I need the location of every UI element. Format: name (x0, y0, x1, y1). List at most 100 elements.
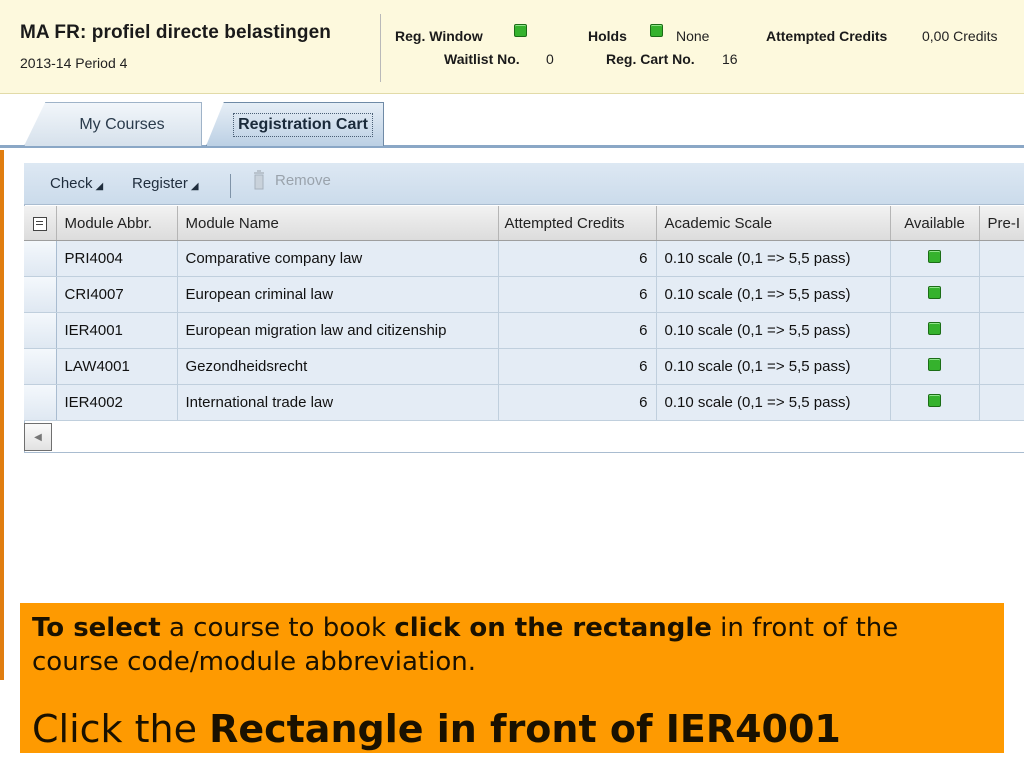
scroll-left-icon: ◀ (34, 431, 42, 443)
instruction-box: To select a course to book click on the … (20, 603, 1004, 753)
cart-toolbar: Check ◢ Register ◢ Remove (24, 163, 1024, 205)
table-header-row: Module Abbr. Module Name Attempted Credi… (24, 206, 1024, 241)
cell-module-name: European criminal law (177, 276, 499, 313)
header-divider (380, 14, 381, 82)
waitlist-value: 0 (546, 51, 554, 67)
cell-module-name: Comparative company law (177, 240, 499, 277)
register-button-label: Register (132, 175, 188, 192)
table-row: PRI4004 Comparative company law 6 0.10 s… (24, 240, 1024, 277)
cell-academic-scale: 0.10 scale (0,1 => 5,5 pass) (656, 348, 891, 385)
holds-label: Holds (588, 28, 627, 44)
status-green-icon (928, 322, 941, 335)
row-select-rectangle-ier4001[interactable] (24, 312, 57, 349)
instruction-line2-bold: Rectangle in front of IER4001 (209, 707, 841, 751)
cell-attempted-credits: 6 (498, 348, 657, 385)
tab-my-courses-label: My Courses (79, 115, 165, 133)
row-select-handle[interactable] (24, 385, 55, 420)
instruction-bold-click: click on the rectangle (394, 613, 712, 643)
trash-icon (254, 170, 264, 190)
cell-attempted-credits: 6 (498, 384, 657, 421)
reg-cart-value: 16 (722, 51, 738, 67)
cell-module-name: European migration law and citizenship (177, 312, 499, 349)
instruction-line-1: To select a course to book click on the … (32, 611, 992, 679)
cell-module-name: International trade law (177, 384, 499, 421)
cell-attempted-credits: 6 (498, 312, 657, 349)
cell-pre (979, 276, 1024, 313)
scroll-left-button[interactable]: ◀ (24, 423, 52, 451)
toolbar-separator (230, 174, 231, 198)
tab-my-courses[interactable]: My Courses (24, 102, 202, 146)
dropdown-triangle-icon: ◢ (95, 181, 104, 192)
tab-registration-cart[interactable]: Registration Cart (206, 102, 384, 146)
cell-available (890, 312, 980, 349)
table-row: IER4002 International trade law 6 0.10 s… (24, 384, 1024, 421)
status-green-icon (928, 358, 941, 371)
instruction-line2-text: Click the (32, 707, 210, 751)
row-select-handle[interactable] (24, 241, 55, 276)
cell-module-abbr: IER4001 (56, 312, 178, 349)
dropdown-triangle-icon: ◢ (190, 181, 199, 192)
col-header-module-name[interactable]: Module Name (177, 206, 499, 241)
col-header-academic-scale[interactable]: Academic Scale (656, 206, 891, 241)
holds-status-icon (650, 24, 663, 37)
col-header-module-abbr[interactable]: Module Abbr. (56, 206, 178, 241)
cell-pre (979, 312, 1024, 349)
cell-available (890, 384, 980, 421)
cell-module-abbr: CRI4007 (56, 276, 178, 313)
cell-academic-scale: 0.10 scale (0,1 => 5,5 pass) (656, 240, 891, 277)
period-label: 2013-14 Period 4 (20, 55, 128, 71)
check-button-label: Check (50, 175, 93, 192)
cell-academic-scale: 0.10 scale (0,1 => 5,5 pass) (656, 384, 891, 421)
reg-window-status-icon (514, 24, 527, 37)
remove-button[interactable]: Remove (275, 172, 331, 189)
instruction-bold-to-select: To select (32, 613, 161, 643)
table-row: CRI4007 European criminal law 6 0.10 sca… (24, 276, 1024, 313)
col-header-available[interactable]: Available (890, 206, 980, 241)
table-row: IER4001 European migration law and citiz… (24, 312, 1024, 349)
row-select-handle[interactable] (24, 349, 55, 384)
cell-attempted-credits: 6 (498, 240, 657, 277)
row-select-rectangle[interactable] (24, 240, 57, 277)
cell-module-name: Gezondheidsrecht (177, 348, 499, 385)
cell-attempted-credits: 6 (498, 276, 657, 313)
cell-academic-scale: 0.10 scale (0,1 => 5,5 pass) (656, 312, 891, 349)
status-green-icon (928, 250, 941, 263)
tab-registration-cart-label: Registration Cart (233, 112, 373, 137)
cell-available (890, 276, 980, 313)
instruction-text-a: a course to book (160, 613, 395, 643)
remove-button-label: Remove (275, 172, 331, 189)
reg-cart-label: Reg. Cart No. (606, 51, 695, 67)
row-select-handle[interactable] (24, 277, 55, 312)
table-settings-button[interactable] (24, 206, 57, 241)
instruction-line-2: Click the Rectangle in front of IER4001 (32, 707, 992, 751)
reg-window-label: Reg. Window (395, 28, 483, 44)
cell-available (890, 348, 980, 385)
row-select-handle[interactable] (24, 313, 55, 348)
cell-pre (979, 348, 1024, 385)
register-button[interactable]: Register ◢ (132, 175, 199, 192)
cell-module-abbr: PRI4004 (56, 240, 178, 277)
cell-pre (979, 384, 1024, 421)
waitlist-label: Waitlist No. (444, 51, 520, 67)
check-button[interactable]: Check ◢ (50, 175, 103, 192)
col-header-attempted-credits[interactable]: Attempted Credits (498, 206, 657, 241)
cell-academic-scale: 0.10 scale (0,1 => 5,5 pass) (656, 276, 891, 313)
row-select-rectangle[interactable] (24, 276, 57, 313)
attempted-credits-value: 0,00 Credits (922, 28, 998, 44)
col-header-pre[interactable]: Pre-I (979, 206, 1024, 241)
row-select-rectangle[interactable] (24, 348, 57, 385)
attempted-credits-label: Attempted Credits (766, 28, 888, 44)
holds-value: None (676, 28, 710, 44)
course-table: Module Abbr. Module Name Attempted Credi… (24, 206, 1024, 421)
cell-pre (979, 240, 1024, 277)
status-green-icon (928, 394, 941, 407)
table-row: LAW4001 Gezondheidsrecht 6 0.10 scale (0… (24, 348, 1024, 385)
table-settings-icon (32, 216, 47, 231)
row-select-rectangle[interactable] (24, 384, 57, 421)
program-title: MA FR: profiel directe belastingen (20, 22, 331, 43)
registration-header: MA FR: profiel directe belastingen 2013-… (0, 0, 1024, 94)
cell-available (890, 240, 980, 277)
cell-module-abbr: IER4002 (56, 384, 178, 421)
status-green-icon (928, 286, 941, 299)
cell-module-abbr: LAW4001 (56, 348, 178, 385)
